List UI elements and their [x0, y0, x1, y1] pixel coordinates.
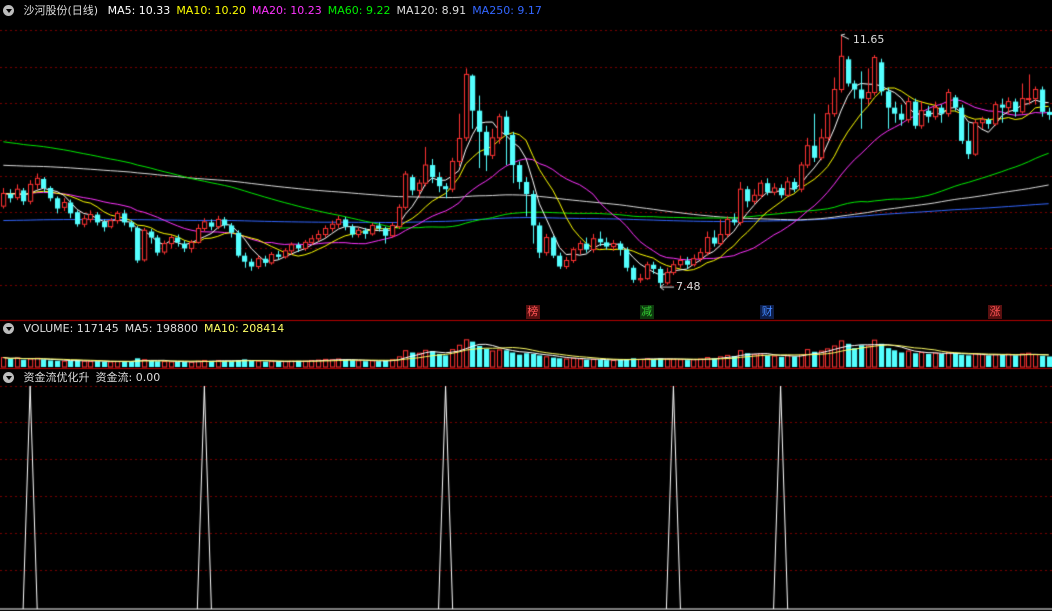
- legend-item: 资金流: 0.00: [95, 371, 161, 384]
- legend-item: MA10: 10.20: [176, 4, 247, 17]
- low-price-label: 7.48: [676, 280, 701, 294]
- volume-panel-header: VOLUME: 117145 MA5: 198800 MA10: 208414: [3, 321, 296, 337]
- collapse-toggle-icon[interactable]: [3, 5, 14, 16]
- volume-legend: VOLUME: 117145 MA5: 198800 MA10: 208414: [24, 322, 291, 335]
- indicator-legend: 资金流优化升 资金流: 0.00: [24, 371, 167, 384]
- legend-item: MA5: 198800: [124, 322, 198, 335]
- legend-item: MA60: 9.22: [327, 4, 391, 17]
- ma-legend: MA5: 10.33 MA10: 10.20 MA20: 10.23 MA60: 9.…: [108, 4, 548, 17]
- legend-item: 资金流优化升: [23, 371, 90, 384]
- high-price-label: 11.65: [852, 33, 885, 47]
- legend-item: MA5: 10.33: [107, 4, 171, 17]
- legend-item: MA120: 8.91: [396, 4, 467, 17]
- event-marker[interactable]: 减: [639, 305, 654, 319]
- legend-item: VOLUME: 117145: [23, 322, 119, 335]
- collapse-toggle-icon[interactable]: [3, 372, 14, 383]
- event-marker[interactable]: 涨: [988, 305, 1003, 319]
- legend-item: MA10: 208414: [203, 322, 285, 335]
- legend-item: MA20: 10.23: [252, 4, 322, 17]
- price-panel-header: 沙河股份(日线) MA5: 10.33 MA10: 10.20 MA20: 10.2…: [3, 3, 554, 19]
- event-marker[interactable]: 榜: [525, 305, 540, 319]
- stock-title: 沙河股份(日线): [23, 4, 99, 17]
- legend-item: MA250: 9.17: [472, 4, 542, 17]
- collapse-toggle-icon[interactable]: [3, 323, 14, 334]
- event-marker[interactable]: 财: [760, 305, 775, 319]
- indicator-panel-header: 资金流优化升 资金流: 0.00: [3, 370, 172, 386]
